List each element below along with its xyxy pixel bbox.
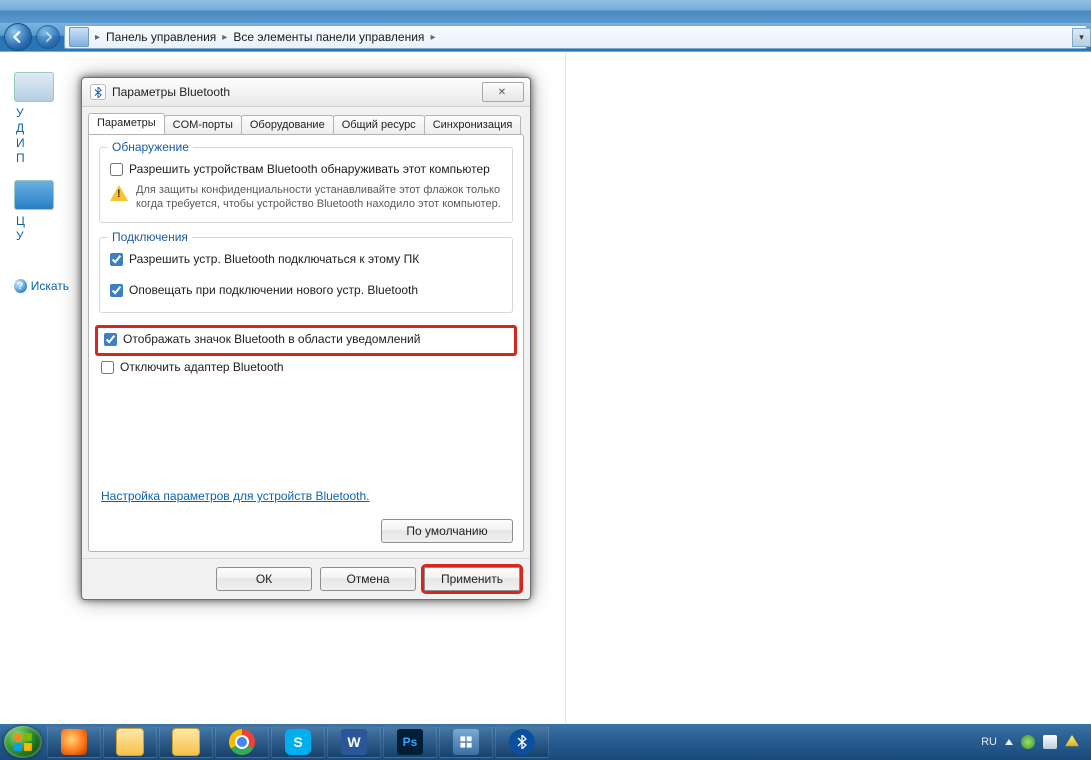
close-button[interactable]: ✕: [482, 82, 524, 102]
chevron-right-icon: ▸: [222, 32, 227, 43]
tab-panel: Обнаружение Разрешить устройствам Blueto…: [88, 134, 524, 552]
allow-connect-checkbox[interactable]: [110, 253, 123, 266]
photoshop-icon: Ps: [397, 729, 423, 755]
allow-discovery-label: Разрешить устройствам Bluetooth обнаружи…: [129, 162, 490, 177]
language-indicator[interactable]: RU: [981, 736, 997, 748]
disable-adapter-checkbox[interactable]: [101, 361, 114, 374]
tab-hardware[interactable]: Оборудование: [241, 115, 334, 135]
nav-forward-button[interactable]: [36, 25, 60, 49]
content-area: У Д И П Ц У ? Искать Параметры Bluetooth…: [0, 51, 1091, 724]
tab-sync[interactable]: Синхронизация: [424, 115, 522, 135]
dialog-title: Параметры Bluetooth: [112, 85, 230, 99]
chevron-right-icon: ▸: [430, 32, 435, 43]
taskbar-item-chrome[interactable]: [215, 726, 269, 758]
tray-icon[interactable]: [1021, 735, 1035, 749]
tray-icon[interactable]: [1043, 735, 1057, 749]
breadcrumb-item[interactable]: Все элементы панели управления: [233, 30, 424, 44]
show-tray-icon-label: Отображать значок Bluetooth в области ув…: [123, 332, 420, 347]
show-tray-icon-checkbox[interactable]: [104, 333, 117, 346]
taskbar-item-explorer[interactable]: [103, 726, 157, 758]
dialog-titlebar[interactable]: Параметры Bluetooth ✕: [82, 78, 530, 107]
dialog-footer: ОК Отмена Применить: [82, 558, 530, 599]
group-legend: Подключения: [108, 230, 192, 244]
defaults-button[interactable]: По умолчанию: [381, 519, 513, 543]
search-link[interactable]: ? Искать: [14, 279, 69, 293]
taskbar-item-photoshop[interactable]: Ps: [383, 726, 437, 758]
warning-text: Для защиты конфиденциальности устанавлив…: [136, 183, 502, 212]
folder-icon: [172, 728, 200, 756]
start-button[interactable]: [4, 726, 42, 758]
sidebar: У Д И П Ц У ? Искать: [14, 72, 69, 293]
breadcrumb[interactable]: ▸ Панель управления ▸ Все элементы панел…: [64, 25, 1087, 49]
taskbar-item-firefox[interactable]: [47, 726, 101, 758]
tray-icon[interactable]: [1065, 735, 1079, 749]
bluetooth-settings-dialog: Параметры Bluetooth ✕ Параметры COM-порт…: [81, 77, 531, 600]
warning-icon: [110, 185, 128, 201]
tabstrip: Параметры COM-порты Оборудование Общий р…: [82, 107, 530, 134]
sidebar-text: У: [16, 106, 69, 120]
group-connections: Подключения Разрешить устр. Bluetooth по…: [99, 237, 513, 313]
nav-back-button[interactable]: [4, 23, 32, 51]
taskbar-item-explorer2[interactable]: [159, 726, 213, 758]
bluetooth-settings-link[interactable]: Настройка параметров для устройств Bluet…: [99, 465, 370, 513]
display-icon: [14, 180, 54, 210]
taskbar: S W Ps RU: [0, 724, 1091, 760]
sidebar-text: Д: [16, 121, 69, 135]
address-dropdown[interactable]: ▾: [1072, 28, 1091, 47]
tray-expand-icon[interactable]: [1005, 739, 1013, 745]
firefox-icon: [61, 729, 87, 755]
apply-button[interactable]: Применить: [424, 567, 520, 591]
help-icon: ?: [14, 279, 27, 293]
disable-adapter-label: Отключить адаптер Bluetooth: [120, 360, 284, 375]
chrome-icon: [229, 729, 255, 755]
group-discovery: Обнаружение Разрешить устройствам Blueto…: [99, 147, 513, 223]
search-link-label: Искать: [31, 279, 69, 293]
pane-separator: [565, 52, 566, 724]
tab-parameters[interactable]: Параметры: [88, 113, 165, 134]
sidebar-text: И: [16, 136, 69, 150]
ok-button[interactable]: ОК: [216, 567, 312, 591]
tab-sharing[interactable]: Общий ресурс: [333, 115, 425, 135]
folder-icon: [116, 728, 144, 756]
skype-icon: S: [285, 729, 311, 755]
allow-discovery-checkbox[interactable]: [110, 163, 123, 176]
taskbar-item-skype[interactable]: S: [271, 726, 325, 758]
tab-com-ports[interactable]: COM-порты: [164, 115, 242, 135]
bluetooth-icon: [90, 84, 106, 100]
settings-icon: [453, 729, 479, 755]
highlight-show-icon: Отображать значок Bluetooth в области ув…: [95, 325, 517, 356]
close-icon: ✕: [498, 87, 508, 98]
taskbar-item-bluetooth[interactable]: [495, 726, 549, 758]
allow-connect-label: Разрешить устр. Bluetooth подключаться к…: [129, 252, 419, 267]
bluetooth-icon: [509, 729, 535, 755]
chevron-right-icon: ▸: [95, 32, 100, 43]
devices-icon: [14, 72, 54, 102]
notify-connect-label: Оповещать при подключении нового устр. B…: [129, 283, 418, 298]
notify-connect-checkbox[interactable]: [110, 284, 123, 297]
system-tray[interactable]: RU: [981, 735, 1087, 749]
breadcrumb-item[interactable]: Панель управления: [106, 30, 216, 44]
address-row: ▸ Панель управления ▸ Все элементы панел…: [0, 23, 1091, 51]
word-icon: W: [341, 729, 367, 755]
cancel-button[interactable]: Отмена: [320, 567, 416, 591]
taskbar-item-settings[interactable]: [439, 726, 493, 758]
group-legend: Обнаружение: [108, 140, 193, 154]
sidebar-text: П: [16, 151, 69, 165]
sidebar-text: Ц: [16, 214, 69, 228]
window-titlebar: [0, 0, 1091, 23]
taskbar-item-word[interactable]: W: [327, 726, 381, 758]
control-panel-icon: [69, 27, 89, 47]
sidebar-text: У: [16, 229, 69, 243]
